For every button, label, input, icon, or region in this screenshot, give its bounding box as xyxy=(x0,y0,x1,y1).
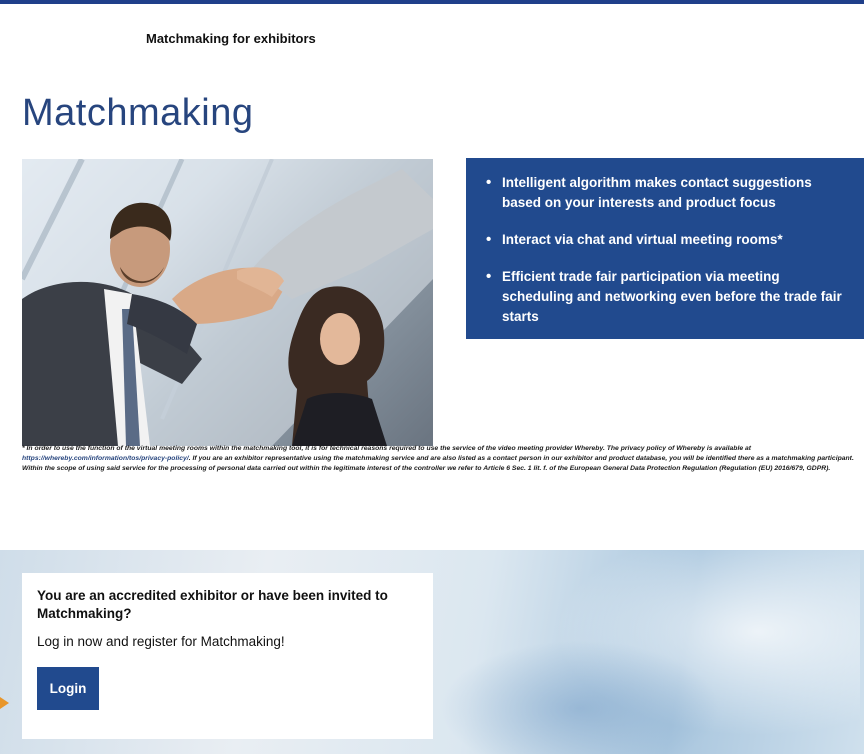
feature-item: Intelligent algorithm makes contact sugg… xyxy=(484,173,848,213)
handshake-photo xyxy=(22,159,433,446)
breadcrumb[interactable]: Matchmaking for exhibitors xyxy=(146,31,316,46)
feature-item: Efficient trade fair participation via m… xyxy=(484,267,848,327)
pointer-arrow-icon xyxy=(0,697,9,709)
page-title: Matchmaking xyxy=(22,92,254,134)
banner-shade xyxy=(440,640,720,754)
footnote-text-before: * In order to use the function of the vi… xyxy=(22,445,752,452)
feature-item: Interact via chat and virtual meeting ro… xyxy=(484,230,848,250)
privacy-footnote: * In order to use the function of the vi… xyxy=(22,444,864,474)
login-button[interactable]: Login xyxy=(37,667,99,710)
privacy-policy-link[interactable]: https://whereby.com/information/tos/priv… xyxy=(22,455,189,462)
top-rule xyxy=(0,0,864,4)
feature-list: Intelligent algorithm makes contact sugg… xyxy=(484,173,848,327)
hero-image xyxy=(22,159,433,446)
login-heading: You are an accredited exhibitor or have … xyxy=(37,588,388,621)
features-panel: Intelligent algorithm makes contact sugg… xyxy=(466,158,864,339)
login-text: Log in now and register for Matchmaking! xyxy=(37,634,285,649)
login-card: You are an accredited exhibitor or have … xyxy=(22,573,433,739)
